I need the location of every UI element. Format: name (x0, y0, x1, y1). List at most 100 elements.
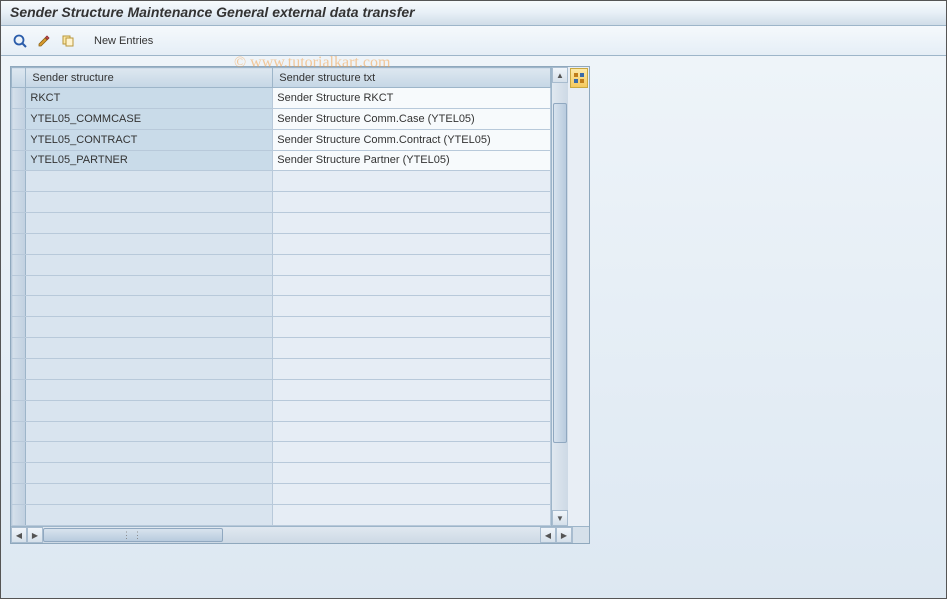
cell-structure[interactable] (26, 484, 273, 505)
table-row (12, 213, 551, 234)
cell-text[interactable] (273, 233, 551, 254)
cell-text[interactable] (273, 421, 551, 442)
sender-structure-table: Sender structure Sender structure txt RK… (11, 67, 551, 526)
row-selector[interactable] (12, 192, 26, 213)
scroll-down-arrow[interactable]: ▼ (552, 510, 568, 526)
cell-structure[interactable] (26, 275, 273, 296)
table-row (12, 400, 551, 421)
cell-structure[interactable]: YTEL05_PARTNER (26, 150, 273, 171)
new-entries-button[interactable]: New Entries (88, 33, 159, 49)
row-selector[interactable] (12, 254, 26, 275)
cell-structure[interactable] (26, 379, 273, 400)
table-row (12, 233, 551, 254)
row-selector[interactable] (12, 213, 26, 234)
cell-text[interactable] (273, 379, 551, 400)
hscroll-thumb[interactable]: ⋮⋮ (43, 528, 223, 542)
row-selector[interactable] (12, 463, 26, 484)
cell-structure[interactable] (26, 213, 273, 234)
row-selector[interactable] (12, 504, 26, 525)
row-selector[interactable] (12, 338, 26, 359)
cell-structure[interactable] (26, 358, 273, 379)
vertical-scrollbar[interactable]: ▲ ▼ (551, 67, 568, 526)
cell-structure[interactable] (26, 171, 273, 192)
cell-text[interactable] (273, 338, 551, 359)
table-row (12, 317, 551, 338)
cell-structure[interactable] (26, 233, 273, 254)
table-row: YTEL05_COMMCASESender Structure Comm.Cas… (12, 108, 551, 129)
cell-text[interactable] (273, 192, 551, 213)
scroll-left-arrow[interactable]: ◀ (11, 527, 27, 543)
cell-structure[interactable] (26, 442, 273, 463)
row-selector[interactable] (12, 150, 26, 171)
cell-structure[interactable] (26, 421, 273, 442)
vscroll-thumb[interactable] (553, 103, 567, 443)
cell-text[interactable]: Sender Structure Comm.Case (YTEL05) (273, 108, 551, 129)
vscroll-track[interactable] (552, 103, 568, 510)
cell-text[interactable] (273, 358, 551, 379)
cell-text[interactable] (273, 484, 551, 505)
cell-text[interactable] (273, 463, 551, 484)
table-row: YTEL05_CONTRACTSender Structure Comm.Con… (12, 129, 551, 150)
cell-text[interactable] (273, 504, 551, 525)
row-selector[interactable] (12, 129, 26, 150)
row-selector[interactable] (12, 171, 26, 192)
cell-structure[interactable] (26, 192, 273, 213)
cell-structure[interactable]: YTEL05_CONTRACT (26, 129, 273, 150)
row-selector-header[interactable] (12, 68, 26, 88)
cell-text[interactable] (273, 296, 551, 317)
row-selector[interactable] (12, 233, 26, 254)
cell-structure[interactable] (26, 254, 273, 275)
row-selector[interactable] (12, 421, 26, 442)
content-area: Sender structure Sender structure txt RK… (0, 56, 947, 599)
scroll-right-arrow[interactable]: ▶ (556, 527, 572, 543)
cell-text[interactable] (273, 317, 551, 338)
column-header-structure[interactable]: Sender structure (26, 68, 273, 88)
row-selector[interactable] (12, 442, 26, 463)
window-title: Sender Structure Maintenance General ext… (10, 4, 415, 20)
cell-structure[interactable] (26, 504, 273, 525)
horizontal-scrollbar[interactable]: ◀ ▶ ⋮⋮ ◀ ▶ (11, 526, 589, 543)
row-selector[interactable] (12, 317, 26, 338)
table-row (12, 379, 551, 400)
row-selector[interactable] (12, 296, 26, 317)
cell-structure[interactable] (26, 400, 273, 421)
cell-text[interactable]: Sender Structure Comm.Contract (YTEL05) (273, 129, 551, 150)
row-selector[interactable] (12, 400, 26, 421)
column-header-text[interactable]: Sender structure txt (273, 68, 551, 88)
cell-structure[interactable]: YTEL05_COMMCASE (26, 108, 273, 129)
cell-structure[interactable]: RKCT (26, 88, 273, 109)
table-row (12, 358, 551, 379)
cell-text[interactable] (273, 442, 551, 463)
cell-structure[interactable] (26, 463, 273, 484)
scroll-right-fast-arrow[interactable]: ◀ (540, 527, 556, 543)
hscroll-track-left[interactable]: ⋮⋮ (43, 527, 335, 543)
cell-text[interactable]: Sender Structure Partner (YTEL05) (273, 150, 551, 171)
copy-button[interactable] (58, 31, 78, 51)
scroll-up-arrow[interactable]: ▲ (552, 67, 568, 83)
cell-text[interactable]: Sender Structure RKCT (273, 88, 551, 109)
cell-text[interactable] (273, 400, 551, 421)
cell-structure[interactable] (26, 317, 273, 338)
table-row: RKCTSender Structure RKCT (12, 88, 551, 109)
table-settings-button[interactable] (570, 68, 588, 88)
cell-structure[interactable] (26, 296, 273, 317)
application-toolbar: New Entries (0, 26, 947, 56)
scroll-left-fast-arrow[interactable]: ▶ (27, 527, 43, 543)
scrollbar-corner (572, 527, 589, 543)
table-row (12, 504, 551, 525)
change-toggle-button[interactable] (34, 31, 54, 51)
row-selector[interactable] (12, 275, 26, 296)
row-selector[interactable] (12, 88, 26, 109)
row-selector[interactable] (12, 358, 26, 379)
cell-text[interactable] (273, 213, 551, 234)
row-selector[interactable] (12, 484, 26, 505)
row-selector[interactable] (12, 379, 26, 400)
display-details-button[interactable] (10, 31, 30, 51)
cell-text[interactable] (273, 254, 551, 275)
row-selector[interactable] (12, 108, 26, 129)
table-row (12, 421, 551, 442)
cell-text[interactable] (273, 275, 551, 296)
table-row: YTEL05_PARTNERSender Structure Partner (… (12, 150, 551, 171)
cell-structure[interactable] (26, 338, 273, 359)
cell-text[interactable] (273, 171, 551, 192)
